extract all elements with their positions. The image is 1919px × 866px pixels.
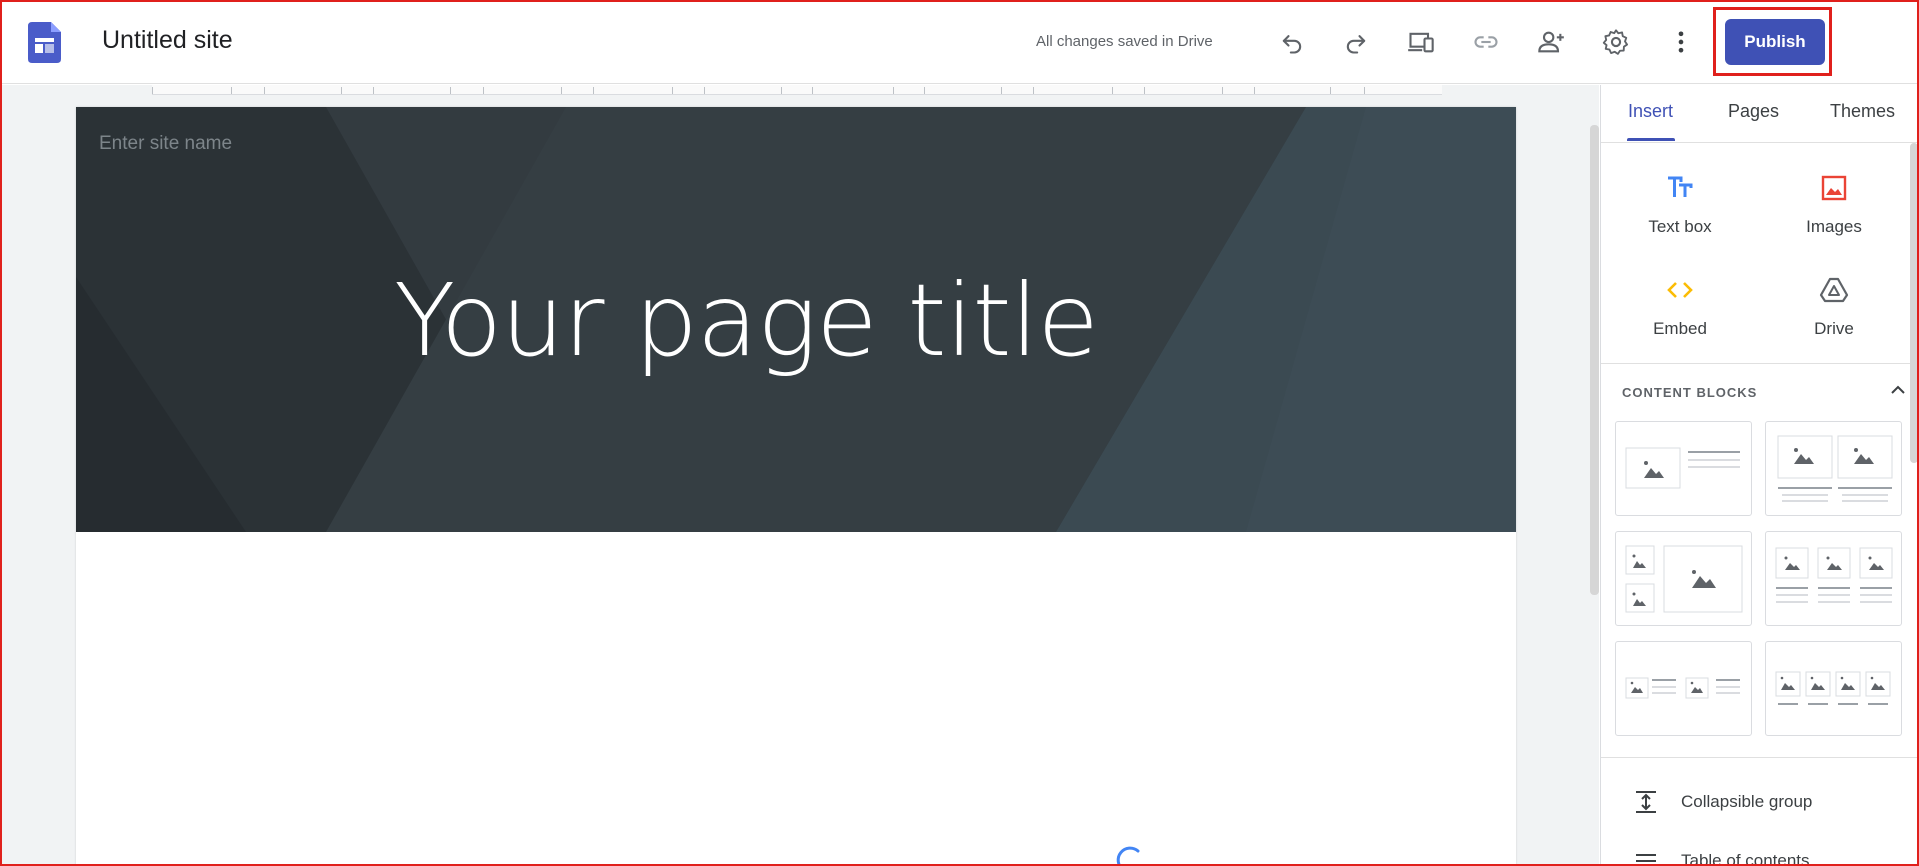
content-block-gallery[interactable] xyxy=(1615,531,1752,626)
top-bar: Untitled site All changes saved in Drive… xyxy=(0,0,1919,84)
list-item-label: Collapsible group xyxy=(1681,792,1813,811)
ruler-tick xyxy=(1144,87,1145,94)
content-block-image-text-pairs[interactable] xyxy=(1615,641,1752,736)
insert-images-button[interactable]: Images xyxy=(1759,173,1909,253)
tab-insert[interactable]: Insert xyxy=(1628,101,1673,122)
ruler-tick xyxy=(450,87,451,94)
text-box-icon xyxy=(1668,176,1693,197)
insert-drive-button[interactable]: Drive xyxy=(1759,275,1909,355)
link-icon[interactable] xyxy=(1466,22,1506,62)
site-title[interactable]: Untitled site xyxy=(102,26,233,55)
ruler-tick xyxy=(1033,87,1034,94)
undo-icon[interactable] xyxy=(1272,22,1312,62)
panel-tabs: Insert Pages Themes xyxy=(1601,85,1919,143)
ruler-tick xyxy=(264,87,265,94)
insert-collapsible-group-button[interactable]: Collapsible group xyxy=(1601,782,1901,822)
preview-devices-icon[interactable] xyxy=(1401,22,1441,62)
ruler-tick xyxy=(672,87,673,94)
tab-themes[interactable]: Themes xyxy=(1830,101,1895,122)
chevron-up-icon[interactable] xyxy=(1885,377,1911,403)
insert-table-of-contents-button[interactable]: Table of contents xyxy=(1601,841,1901,866)
gear-icon[interactable] xyxy=(1596,22,1636,62)
panel-divider xyxy=(1601,363,1919,364)
insert-text-box-button[interactable]: Text box xyxy=(1605,173,1755,253)
ruler-tick xyxy=(704,87,705,94)
ruler-tick xyxy=(1001,87,1002,94)
page-title[interactable]: Your page title xyxy=(76,262,1516,379)
loading-spinner-icon xyxy=(1112,843,1146,866)
ruler-tick xyxy=(1222,87,1223,94)
insert-item-label: Drive xyxy=(1814,319,1854,338)
redo-icon[interactable] xyxy=(1336,22,1376,62)
content-block-four-images-text[interactable] xyxy=(1765,641,1902,736)
drive-icon xyxy=(1819,277,1849,303)
save-status: All changes saved in Drive xyxy=(1036,33,1213,50)
content-block-two-images-text[interactable] xyxy=(1765,421,1902,516)
insert-panel: Insert Pages Themes Text box Images Embe… xyxy=(1600,85,1919,866)
insert-item-label: Embed xyxy=(1653,319,1707,338)
panel-divider xyxy=(1601,757,1919,758)
more-vert-icon[interactable] xyxy=(1661,22,1701,62)
ruler-tick xyxy=(231,87,232,94)
ruler-tick xyxy=(893,87,894,94)
insert-item-label: Images xyxy=(1806,217,1862,236)
active-tab-indicator xyxy=(1627,138,1675,141)
ruler-tick xyxy=(341,87,342,94)
panel-scrollbar[interactable] xyxy=(1910,143,1918,463)
content-blocks-heading: CONTENT BLOCKS xyxy=(1622,385,1758,400)
canvas-scrollbar[interactable] xyxy=(1590,125,1599,595)
ruler-tick xyxy=(781,87,782,94)
ruler-tick xyxy=(812,87,813,94)
ruler-tick xyxy=(1364,87,1365,94)
content-block-three-images-text[interactable] xyxy=(1765,531,1902,626)
insert-embed-button[interactable]: Embed xyxy=(1605,275,1755,355)
add-person-icon[interactable] xyxy=(1531,22,1571,62)
ruler-tick xyxy=(561,87,562,94)
table-of-contents-icon xyxy=(1636,854,1656,862)
ruler-tick xyxy=(483,87,484,94)
sites-logo-icon[interactable] xyxy=(28,22,61,63)
insert-item-label: Text box xyxy=(1648,217,1712,236)
ruler-tick xyxy=(373,87,374,94)
editor-canvas: Enter site name Your page title xyxy=(2,85,1599,866)
ruler-tick xyxy=(1330,87,1331,94)
publish-button[interactable]: Publish xyxy=(1725,19,1825,65)
header-banner[interactable]: Enter site name Your page title xyxy=(76,107,1516,532)
tab-pages[interactable]: Pages xyxy=(1728,101,1779,122)
ruler-tick xyxy=(152,87,153,94)
list-item-label: Table of contents xyxy=(1681,851,1810,866)
ruler xyxy=(152,85,1442,95)
site-name-input[interactable]: Enter site name xyxy=(99,133,232,155)
image-icon xyxy=(1821,175,1847,201)
content-block-image-text[interactable] xyxy=(1615,421,1752,516)
embed-icon xyxy=(1667,282,1693,298)
ruler-tick xyxy=(1112,87,1113,94)
site-page[interactable]: Enter site name Your page title xyxy=(76,107,1516,866)
collapsible-group-icon xyxy=(1636,791,1656,813)
ruler-tick xyxy=(1254,87,1255,94)
ruler-tick xyxy=(593,87,594,94)
ruler-tick xyxy=(924,87,925,94)
